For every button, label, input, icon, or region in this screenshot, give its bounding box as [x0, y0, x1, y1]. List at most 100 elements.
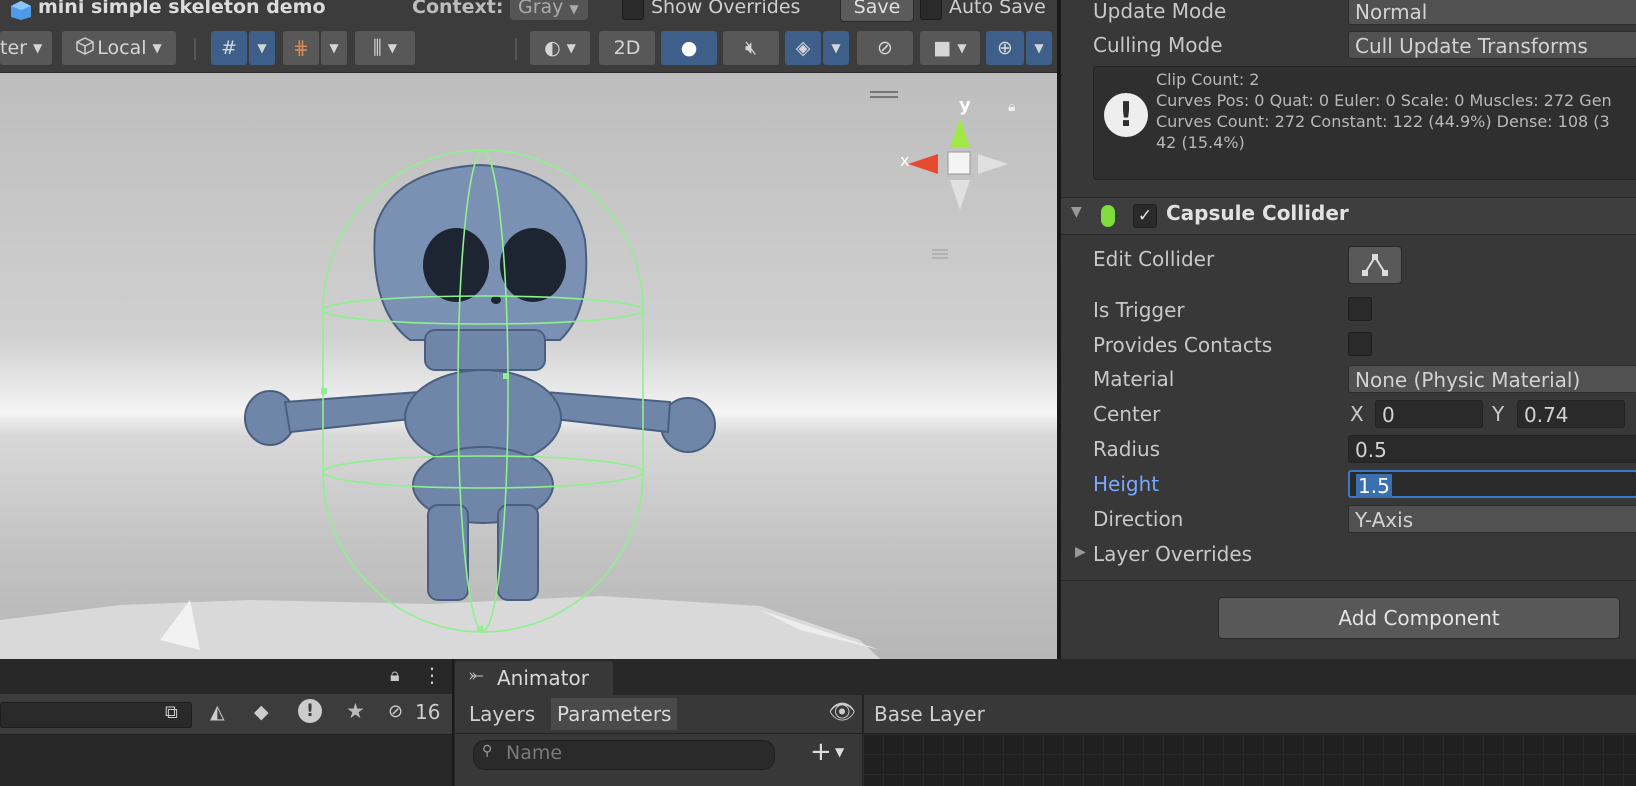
- mute-icon: 🔇︎: [745, 37, 757, 59]
- label-filter-icon[interactable]: ◆: [254, 701, 269, 723]
- pivot-center-dropdown[interactable]: ter ▼: [0, 31, 52, 65]
- show-overrides-checkbox[interactable]: [622, 0, 644, 20]
- info-exclamation-icon: !: [1104, 93, 1148, 137]
- log-filter-icon[interactable]: !: [298, 699, 322, 723]
- grid-visibility-dropdown[interactable]: ⫼ ▼: [355, 31, 415, 65]
- unity-cube-icon: [10, 0, 32, 20]
- chevron-down-icon: ▼: [257, 41, 267, 55]
- lock-icon[interactable]: 🔒︎: [390, 665, 400, 686]
- add-parameter-icon[interactable]: +: [810, 737, 832, 767]
- parameter-search-input[interactable]: ⚲ Name: [473, 740, 775, 770]
- favorite-star-icon[interactable]: ★: [346, 699, 365, 723]
- project-search-input[interactable]: [0, 702, 192, 728]
- direction-label: Direction: [1093, 507, 1184, 531]
- add-component-button[interactable]: Add Component: [1218, 597, 1620, 639]
- material-field[interactable]: None (Physic Material): [1348, 365, 1636, 393]
- eye-icon[interactable]: 👁︎: [828, 700, 856, 725]
- radius-label: Radius: [1093, 437, 1161, 461]
- hidden-count: 16: [415, 700, 441, 724]
- type-filter-icon[interactable]: ◭: [210, 701, 225, 723]
- left-panel-tabbar: 🔒︎ ⋮: [0, 659, 452, 694]
- grid-snap-dropdown[interactable]: ▼: [249, 31, 275, 65]
- chevron-down-icon[interactable]: ▼: [835, 745, 844, 759]
- update-mode-label: Update Mode: [1093, 0, 1227, 23]
- divider: [862, 695, 864, 733]
- provides-contacts-label: Provides Contacts: [1093, 333, 1273, 357]
- shading-mode-dropdown[interactable]: ◐ ▼: [530, 31, 590, 65]
- gizmo-globe-icon: ⊕: [997, 37, 1013, 59]
- edit-collider-icon: [1362, 254, 1388, 276]
- 2d-toggle-button[interactable]: 2D: [599, 31, 655, 65]
- hidden-packages-icon[interactable]: ⊘: [388, 701, 403, 722]
- radius-field[interactable]: 0.5: [1348, 435, 1636, 463]
- search-popout-icon[interactable]: ⧉: [165, 702, 178, 723]
- tab-parameters[interactable]: Parameters: [551, 698, 678, 730]
- left-panel-toolbar: ⧉ ◭ ◆ ! ★ ⊘ 16: [0, 694, 452, 735]
- center-x-label: X: [1350, 402, 1364, 426]
- tab-layers[interactable]: Layers: [463, 699, 541, 729]
- skeleton-model: [244, 163, 716, 601]
- culling-mode-dropdown[interactable]: Cull Update Transforms: [1348, 31, 1636, 59]
- animation-info-text: Clip Count: 2 Curves Pos: 0 Quat: 0 Eule…: [1156, 69, 1612, 153]
- center-x-field[interactable]: 0: [1375, 400, 1483, 428]
- capsule-collider-icon: [1101, 205, 1115, 227]
- local-cube-icon: [76, 36, 94, 60]
- more-options-icon[interactable]: ⋮: [422, 663, 442, 687]
- info-line: 42 (15.4%): [1156, 133, 1245, 152]
- shading-sphere-icon: ◐: [544, 37, 561, 59]
- update-mode-dropdown[interactable]: Normal: [1348, 0, 1636, 25]
- parameters-panel: ⚲ Name + ▼: [455, 734, 862, 786]
- hidden-objects-toggle[interactable]: ⊘: [857, 31, 913, 65]
- chevron-down-icon: ▼: [831, 41, 841, 55]
- info-line: Curves Pos: 0 Quat: 0 Euler: 0 Scale: 0 …: [1156, 91, 1612, 110]
- capsule-collider-header[interactable]: ▼ ✓ Capsule Collider: [1061, 197, 1636, 235]
- lighting-toggle-button[interactable]: ●: [661, 31, 717, 65]
- pivot-label: ter: [0, 37, 27, 59]
- audio-toggle-button[interactable]: 🔇︎: [723, 31, 779, 65]
- increment-snap-button[interactable]: ⋕: [283, 31, 319, 65]
- center-y-field[interactable]: 0.74: [1517, 400, 1625, 428]
- info-line: Curves Count: 272 Constant: 122 (44.9%) …: [1156, 112, 1610, 131]
- foldout-arrow-icon[interactable]: ▼: [1071, 204, 1082, 220]
- animator-graph-canvas[interactable]: [863, 734, 1636, 786]
- chevron-down-icon: ▼: [1034, 41, 1044, 55]
- direction-dropdown[interactable]: Y-Axis: [1348, 505, 1636, 533]
- layer-overrides-foldout[interactable]: Layer Overrides: [1093, 539, 1252, 569]
- search-icon: ⚲: [482, 743, 493, 759]
- component-title: Capsule Collider: [1166, 201, 1349, 225]
- context-dropdown[interactable]: Gray ▼: [510, 0, 588, 20]
- effects-toggle-button[interactable]: ◈: [785, 31, 821, 65]
- scene-viewport[interactable]: y x 🔒︎: [0, 73, 1057, 659]
- context-label: Context:: [412, 0, 504, 18]
- breadcrumb-base-layer[interactable]: Base Layer: [874, 699, 985, 729]
- gizmos-toggle-button[interactable]: ⊕: [986, 31, 1024, 65]
- gizmo-x-label: x: [900, 151, 910, 170]
- local-global-dropdown[interactable]: Local ▼: [62, 31, 176, 65]
- animation-info-box: ! Clip Count: 2 Curves Pos: 0 Quat: 0 Eu…: [1093, 66, 1636, 180]
- grid-y-icon: #: [221, 37, 237, 59]
- orientation-gizmo[interactable]: [870, 91, 1008, 259]
- provides-contacts-checkbox[interactable]: [1348, 332, 1372, 356]
- foldout-right-arrow-icon[interactable]: ▶: [1075, 544, 1086, 560]
- height-value-selected: 1.5: [1356, 474, 1392, 498]
- panel-splitter[interactable]: [452, 659, 454, 786]
- auto-save-checkbox[interactable]: [920, 0, 942, 20]
- grid-snap-button[interactable]: #: [211, 31, 247, 65]
- lock-icon[interactable]: 🔒︎: [1008, 99, 1015, 115]
- height-field[interactable]: 1.5: [1348, 470, 1636, 498]
- scene-toolbar: ter ▼ Local ▼ # ▼ ⋕ ▼ ⫼ ▼ ◐ ▼ 2D ● 🔇︎ ◈ ▼ ⊘ …: [0, 24, 1057, 73]
- gizmos-dropdown[interactable]: ▼: [1026, 31, 1052, 65]
- component-enabled-checkbox[interactable]: ✓: [1133, 204, 1157, 228]
- animator-toolbar: Layers Parameters 👁︎ Base Layer: [455, 695, 1636, 734]
- save-button[interactable]: Save: [840, 0, 914, 22]
- is-trigger-checkbox[interactable]: [1348, 297, 1372, 321]
- local-label: Local: [97, 37, 147, 59]
- tab-animator[interactable]: ⤜ Animator: [455, 661, 613, 695]
- grid-icon: ⫼: [373, 37, 382, 59]
- effects-dropdown[interactable]: ▼: [823, 31, 849, 65]
- chevron-down-icon: ▼: [957, 41, 967, 55]
- increment-snap-dropdown[interactable]: ▼: [321, 31, 347, 65]
- camera-dropdown[interactable]: ■ ▼: [920, 31, 980, 65]
- edit-collider-button[interactable]: [1348, 246, 1402, 284]
- panel-splitter[interactable]: [1057, 0, 1061, 659]
